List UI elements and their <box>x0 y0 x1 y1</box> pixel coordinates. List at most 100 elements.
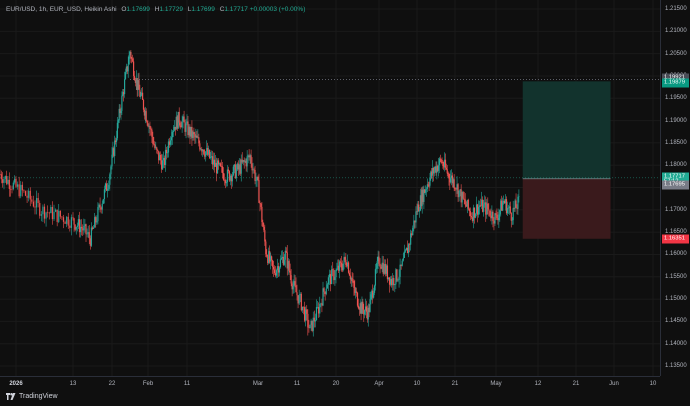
candle-body <box>132 58 134 62</box>
candle-body <box>334 277 336 281</box>
candle-body <box>472 207 475 221</box>
candle-body <box>370 294 372 300</box>
candle-body <box>437 165 440 171</box>
candle-body <box>116 122 118 139</box>
time-axis[interactable]: 2026 13 22 Feb 11 Mar 11 20 Apr 10 21 May 12 21 Jun 10 <box>0 376 660 391</box>
candle-body <box>203 149 205 154</box>
candle-body <box>340 262 342 268</box>
candle-body <box>100 207 102 210</box>
candle-body <box>103 189 106 200</box>
candle-body <box>502 202 504 211</box>
candle-body <box>398 276 400 280</box>
candle-body <box>440 159 442 163</box>
time-tick-label: 2026 <box>9 381 23 387</box>
high-value: 1.17729 <box>159 6 183 13</box>
price-tick-label: 1.13500 <box>665 363 687 369</box>
candle-body <box>73 218 75 225</box>
candle-body <box>379 263 381 267</box>
tradingview-logo-icon <box>6 393 16 400</box>
symbol-title: EUR/USD, 1h, EUR_USD, Heikin Ashi <box>6 6 117 13</box>
candle-body <box>89 238 91 246</box>
candle-body <box>232 166 234 176</box>
candle-body <box>140 94 142 97</box>
price-chart-pane[interactable] <box>0 0 660 376</box>
candle-body <box>99 204 101 208</box>
candle-body <box>34 206 36 208</box>
candle-body <box>425 189 427 193</box>
candle-body <box>490 215 492 219</box>
candle-body <box>183 116 185 123</box>
candle-body <box>323 288 325 292</box>
candle-body <box>474 213 477 218</box>
candle-body <box>386 265 389 280</box>
candle-body <box>462 192 464 199</box>
candle-body <box>193 132 195 135</box>
time-tick-label: 12 <box>534 381 542 387</box>
candle-body <box>397 279 399 281</box>
candle-body <box>20 184 22 197</box>
candle-body <box>300 294 302 311</box>
price-tick-label: 1.21500 <box>665 6 687 12</box>
candle-body <box>92 227 95 229</box>
candle-body <box>48 212 50 214</box>
candle-body <box>298 294 300 304</box>
candle-body <box>18 184 20 197</box>
candle-body <box>101 203 103 210</box>
time-tick-label: 21 <box>572 381 580 387</box>
candle-body <box>75 227 77 230</box>
candle-body <box>181 121 183 128</box>
candle-body <box>339 261 342 263</box>
candle-body <box>98 204 100 208</box>
price-axis[interactable]: 1.215001.210001.205001.200001.195001.190… <box>660 0 690 376</box>
candle-body <box>486 203 488 215</box>
candle-body <box>288 261 290 271</box>
candle-body <box>39 202 41 216</box>
candle-body <box>294 281 296 286</box>
price-tick-label: 1.15000 <box>665 296 687 303</box>
candle-body <box>475 204 478 214</box>
candle-body <box>91 227 94 229</box>
candle-body <box>198 137 200 144</box>
candle-body <box>305 309 307 321</box>
candle-body <box>387 277 390 280</box>
candle-body <box>254 169 256 181</box>
candle-body <box>413 220 415 228</box>
candle-body <box>306 309 308 314</box>
candle-body <box>433 169 435 174</box>
candle-body <box>382 262 384 274</box>
candle-body <box>393 277 395 286</box>
candle-body <box>40 214 42 216</box>
candle-body <box>47 212 49 214</box>
candle-body <box>415 211 417 223</box>
candle-body <box>250 155 252 164</box>
candle-body <box>51 206 54 220</box>
candle-body <box>469 211 471 217</box>
candle-body <box>297 295 299 304</box>
candle-body <box>333 270 335 281</box>
candle-body <box>70 217 73 228</box>
candle-body <box>151 129 153 137</box>
candle-body <box>410 233 412 245</box>
candle-body <box>262 222 264 227</box>
candle-body <box>86 233 88 235</box>
candle-body <box>289 270 291 276</box>
candle-body <box>82 228 84 231</box>
candle-body <box>114 140 116 157</box>
candle-body <box>275 270 278 276</box>
candle-body <box>105 183 108 191</box>
candle-body <box>4 176 6 179</box>
candle-body <box>90 227 93 246</box>
candle-body <box>414 220 416 223</box>
candle-body <box>459 189 461 191</box>
candle-body <box>259 202 261 204</box>
candle-body <box>0 174 2 180</box>
candle-body <box>460 189 462 203</box>
candle-body <box>149 125 151 129</box>
candle-body <box>45 212 47 219</box>
candle-body <box>404 250 406 252</box>
candle-body <box>373 285 376 293</box>
candle-body <box>110 166 112 175</box>
candle-body <box>53 211 55 220</box>
candle-body <box>342 263 344 271</box>
tradingview-brand[interactable]: TradingView <box>6 393 58 400</box>
